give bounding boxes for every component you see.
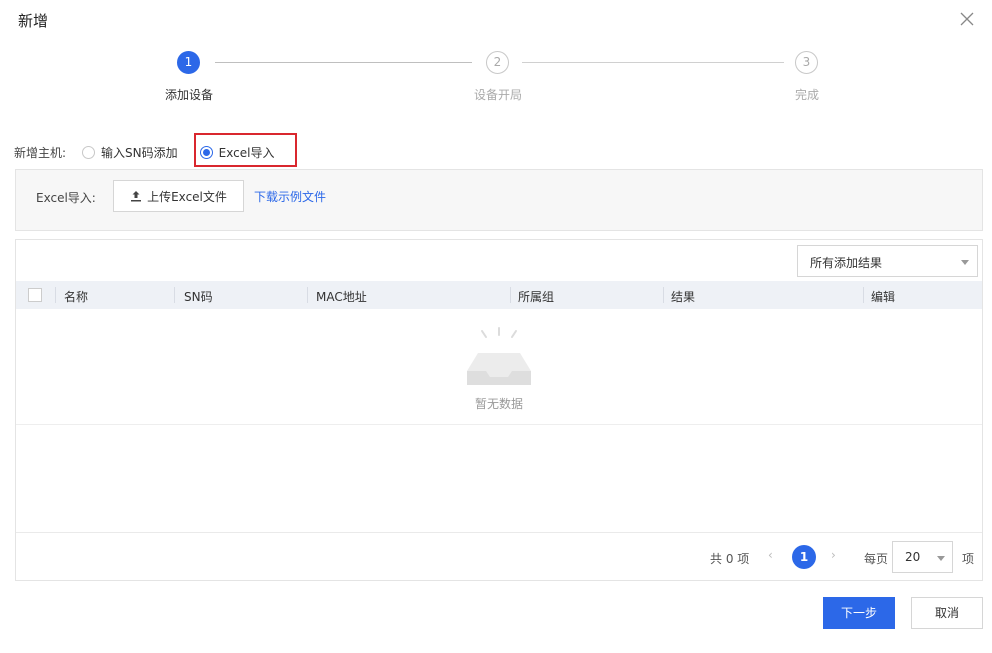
step-connector — [215, 62, 472, 63]
caret-down-icon — [961, 260, 969, 265]
result-filter-value: 所有添加结果 — [810, 256, 883, 270]
column-divider — [55, 287, 56, 303]
column-header-result[interactable]: 结果 — [671, 288, 695, 305]
radio-button-checked[interactable] — [199, 145, 213, 159]
page-size-unit: 项 — [962, 552, 975, 566]
column-divider — [174, 287, 175, 303]
upload-panel: Excel导入: 上传Excel文件 下载示例文件 — [15, 169, 983, 231]
radio-sn-input[interactable]: 输入SN码添加 — [82, 144, 178, 161]
step-3-circle: 3 — [795, 51, 818, 74]
column-header-group[interactable]: 所属组 — [518, 288, 554, 305]
column-header-mac[interactable]: MAC地址 — [316, 288, 367, 305]
column-divider — [663, 287, 664, 303]
download-sample-link[interactable]: 下载示例文件 — [254, 188, 326, 205]
per-page-label: 每页 — [864, 552, 889, 566]
step-1-label: 添加设备 — [164, 88, 213, 102]
table-header: 名称 SN码 MAC地址 所属组 结果 编辑 — [16, 281, 982, 309]
column-header-sn[interactable]: SN码 — [184, 288, 213, 305]
column-header-name[interactable]: 名称 — [64, 288, 88, 305]
pagination-total: 共 0 项 — [710, 552, 750, 566]
page-number-current[interactable]: 1 — [792, 545, 816, 569]
column-divider — [510, 287, 511, 303]
host-type-row: 新增主机: 输入SN码添加 Excel导入 — [14, 144, 274, 160]
step-connector — [522, 62, 784, 63]
upload-button-label: 上传Excel文件 — [147, 189, 227, 204]
column-divider — [307, 287, 308, 303]
empty-state: 暂无数据 — [16, 309, 982, 425]
column-divider — [863, 287, 864, 303]
select-all-checkbox[interactable] — [28, 288, 42, 302]
empty-inbox-icon — [467, 327, 531, 385]
step-2-label: 设备开局 — [473, 88, 522, 102]
upload-label: Excel导入: — [36, 191, 96, 205]
next-page-icon[interactable]: › — [831, 548, 836, 562]
page-size-select[interactable]: 20 — [892, 541, 953, 573]
column-header-edit[interactable]: 编辑 — [871, 288, 895, 305]
close-icon[interactable] — [960, 12, 974, 26]
prev-page-icon[interactable]: ‹ — [768, 548, 773, 562]
steps-progress: 1 添加设备 2 设备开局 3 完成 — [0, 50, 992, 110]
result-filter-select[interactable]: 所有添加结果 — [797, 245, 978, 277]
step-3-label: 完成 — [794, 88, 819, 102]
cancel-button[interactable]: 取消 — [911, 597, 983, 629]
pagination: 共 0 项 ‹ 1 › 每页 20 项 — [16, 532, 982, 580]
caret-down-icon — [937, 556, 945, 561]
radio-label: Excel导入 — [218, 145, 275, 160]
dialog-title: 新增 — [18, 12, 49, 30]
result-table-panel: 所有添加结果 名称 SN码 MAC地址 所属组 结果 编辑 暂无数据 共 0 项… — [15, 239, 983, 581]
host-type-label: 新增主机: — [14, 145, 67, 160]
next-step-button[interactable]: 下一步 — [823, 597, 895, 629]
step-1-circle: 1 — [177, 51, 200, 74]
radio-button[interactable] — [82, 145, 96, 159]
page-size-value: 20 — [905, 550, 921, 564]
upload-excel-button[interactable]: 上传Excel文件 — [113, 180, 244, 212]
empty-text: 暂无数据 — [474, 397, 523, 411]
radio-label: 输入SN码添加 — [101, 145, 178, 160]
upload-icon — [131, 191, 142, 202]
radio-excel-import[interactable]: Excel导入 — [199, 144, 275, 161]
step-2-circle: 2 — [486, 51, 509, 74]
